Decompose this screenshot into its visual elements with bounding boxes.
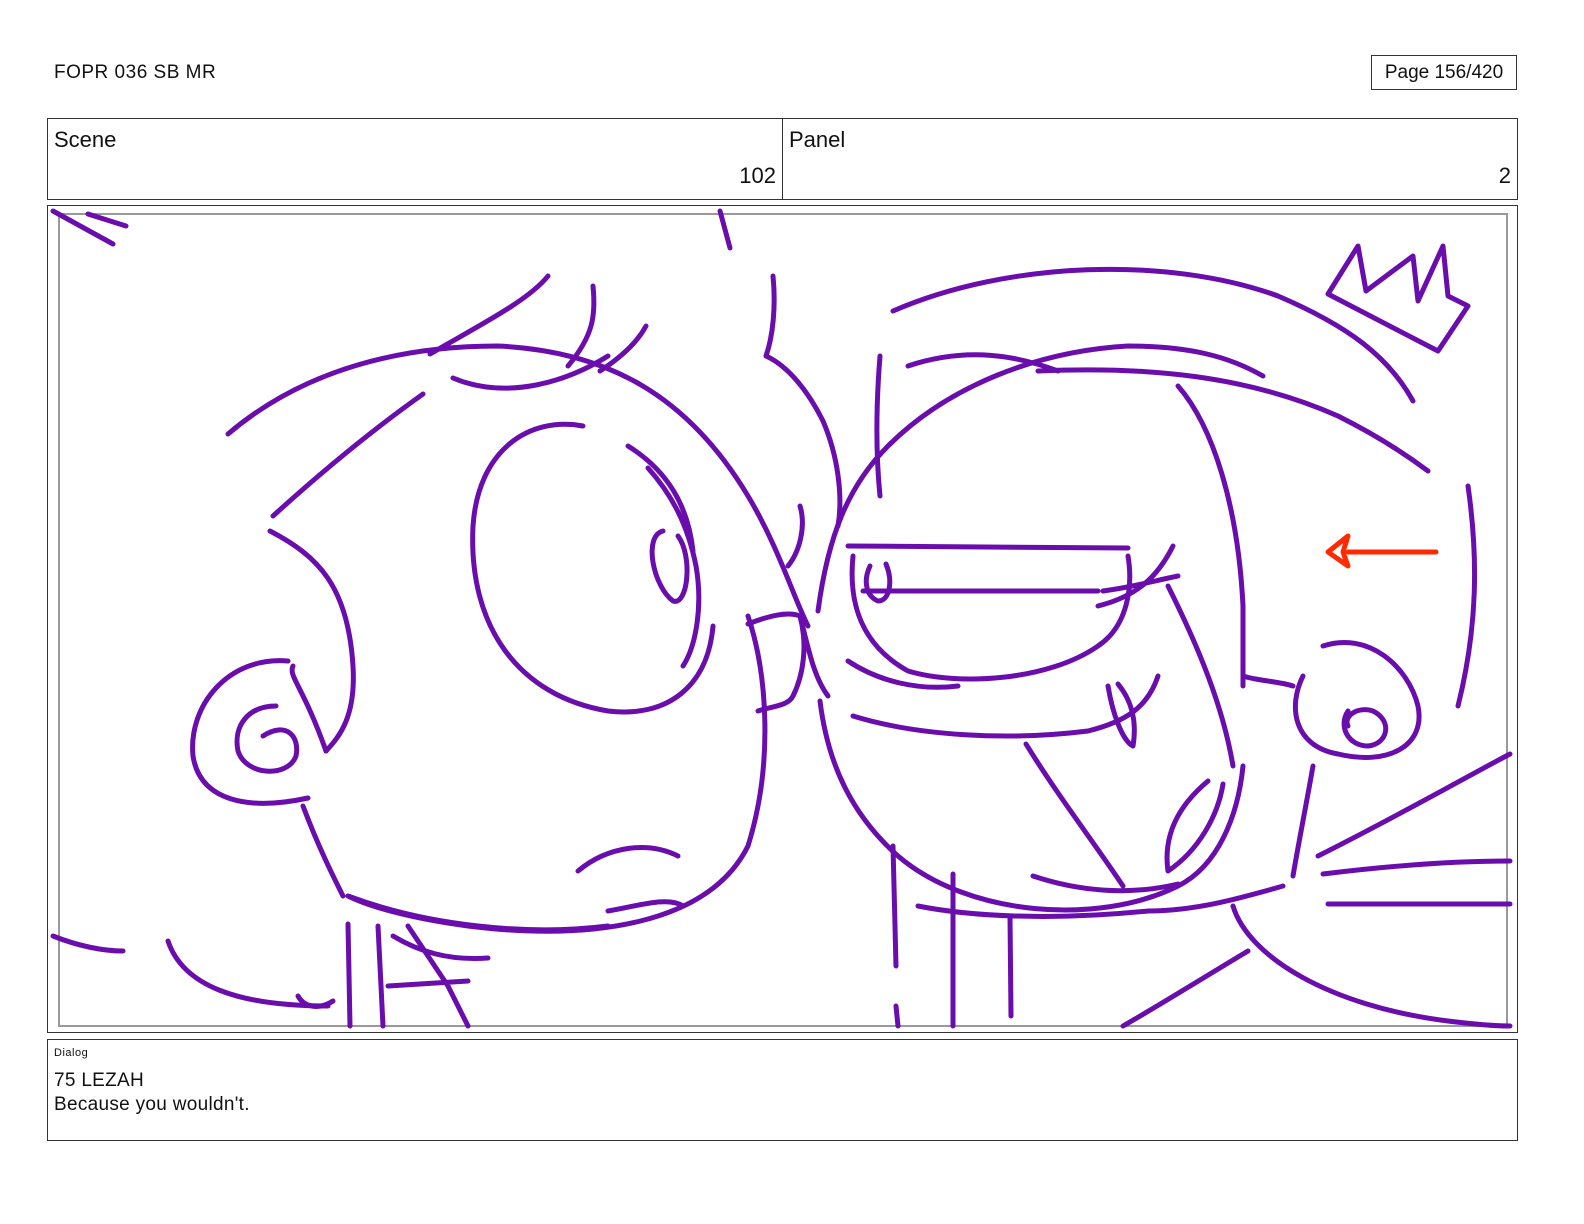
scene-cell: Scene 102 <box>48 119 782 199</box>
dialog-box: Dialog 75 LEZAH Because you wouldn't. <box>47 1039 1518 1141</box>
panel-cell: Panel 2 <box>782 119 1517 199</box>
scene-panel-table: Scene 102 Panel 2 <box>47 118 1518 200</box>
dialog-label: Dialog <box>54 1047 89 1059</box>
scene-number: 102 <box>739 163 776 188</box>
panel-label: Panel <box>789 127 846 152</box>
dialog-text: Because you wouldn't. <box>54 1094 250 1115</box>
arrow-left-icon <box>1325 533 1439 569</box>
panel-sketch <box>50 208 1513 1029</box>
scene-label: Scene <box>54 127 117 152</box>
storyboard-panel <box>47 205 1518 1033</box>
dialog-speaker: 75 LEZAH <box>54 1070 145 1091</box>
page-number-box: Page 156/420 <box>1371 55 1517 90</box>
doc-title: FOPR 036 SB MR <box>54 62 217 83</box>
sketch-lines <box>50 208 1513 1029</box>
safe-frame <box>58 213 1508 1027</box>
panel-number: 2 <box>1498 163 1511 188</box>
